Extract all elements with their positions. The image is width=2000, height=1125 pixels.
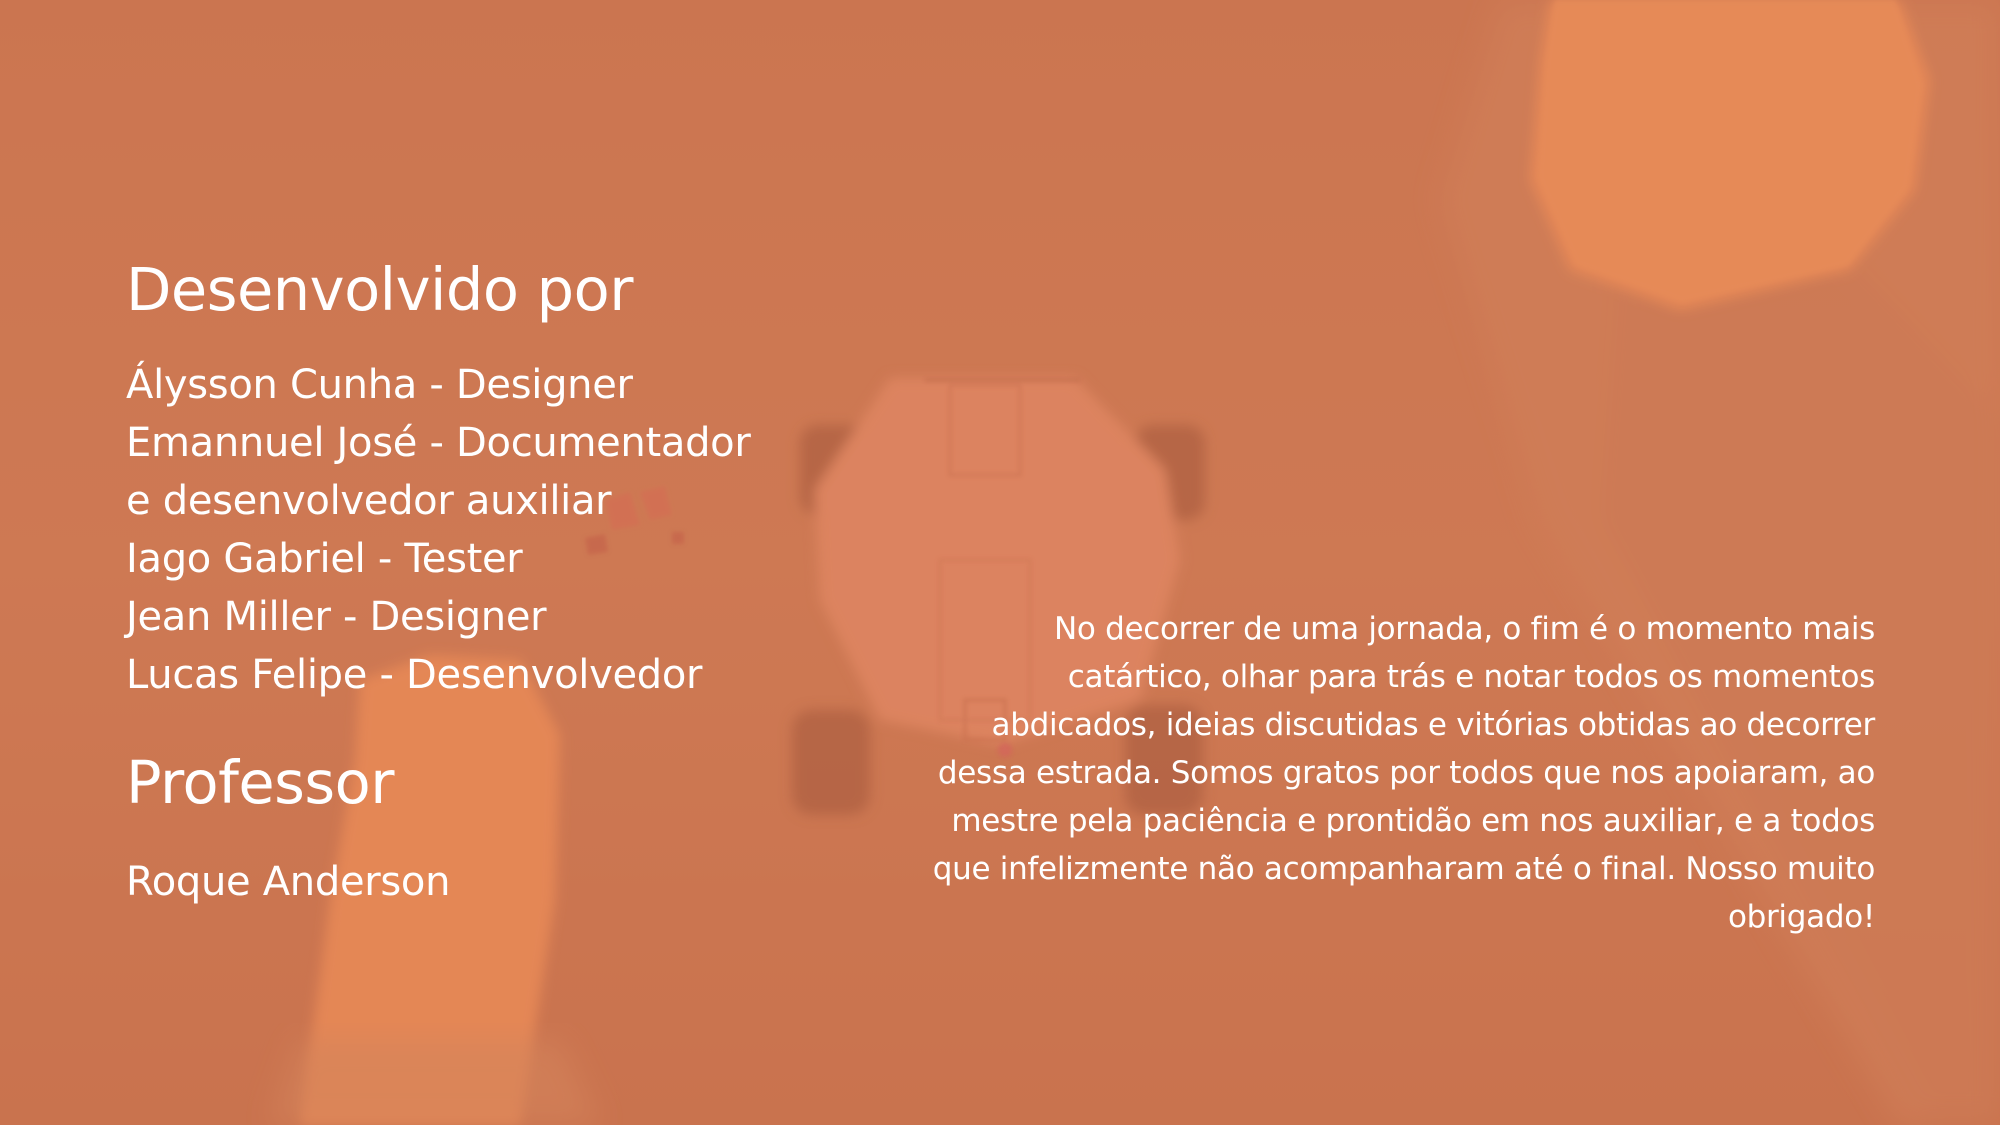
professor-heading: Professor <box>126 747 395 817</box>
team-member: Lucas Felipe - Desenvolvedor <box>126 651 703 698</box>
team-member: Álysson Cunha - Designer <box>126 361 633 408</box>
professor-name: Roque Anderson <box>126 858 451 905</box>
team-member-list: Álysson Cunha - Designer Emannuel José -… <box>126 356 826 704</box>
team-member: Emannuel José - Documentador e desenvolv… <box>126 419 751 524</box>
thanks-message: No decorrer de uma jornada, o fim é o mo… <box>932 611 1876 935</box>
developed-by-heading: Desenvolvido por <box>126 255 633 324</box>
team-member: Iago Gabriel - Tester <box>126 535 523 582</box>
credits-section: Desenvolvido por Álysson Cunha - Designe… <box>126 255 826 911</box>
team-member: Jean Miller - Designer <box>126 593 547 640</box>
